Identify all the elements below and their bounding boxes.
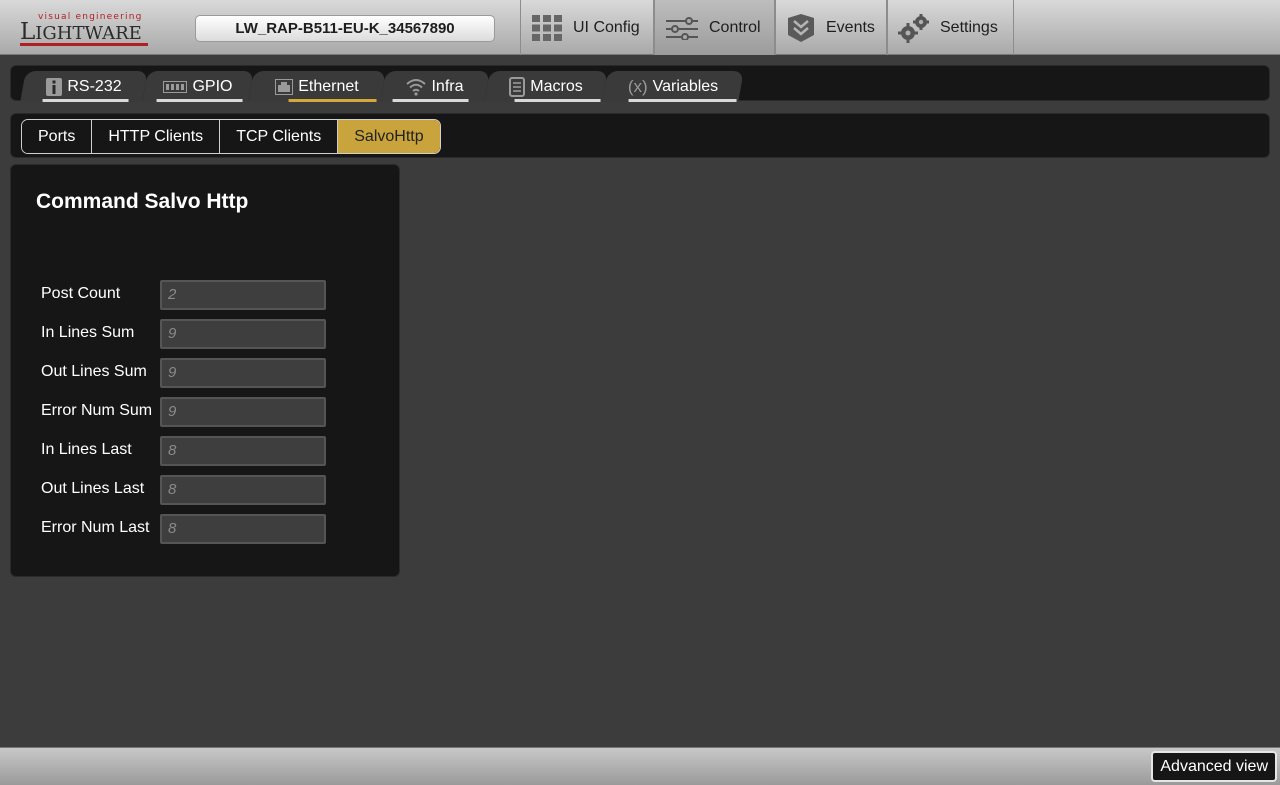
- field-error-num-sum: Error Num Sum 9: [41, 397, 331, 427]
- tab-label: Variables: [652, 77, 719, 95]
- subtab-tcp-clients[interactable]: TCP Clients: [220, 120, 339, 153]
- field-value: 8: [160, 514, 326, 544]
- tab-gpio[interactable]: GPIO: [142, 71, 254, 102]
- nav-label: Settings: [940, 18, 998, 36]
- variable-icon: (x): [627, 76, 648, 96]
- subtab-group: Ports HTTP Clients TCP Clients SalvoHttp: [21, 119, 441, 154]
- tab-infra[interactable]: Infra: [380, 71, 490, 102]
- field-value: 9: [160, 319, 326, 349]
- field-in-lines-last: In Lines Last 8: [41, 436, 331, 466]
- nav-label: Control: [709, 18, 761, 36]
- field-label: In Lines Sum: [41, 324, 135, 341]
- nav-events[interactable]: Events: [775, 0, 887, 55]
- macro-icon: [509, 76, 526, 97]
- field-label: Error Num Sum: [41, 402, 153, 419]
- field-value: 8: [160, 436, 326, 466]
- events-icon: [788, 13, 814, 42]
- field-label: In Lines Last: [41, 441, 132, 458]
- tab-label: RS-232: [67, 77, 122, 95]
- field-label: Out Lines Last: [41, 480, 145, 497]
- sliders-icon: [666, 16, 698, 40]
- footer-bar: Advanced view: [0, 747, 1280, 785]
- field-value: 9: [160, 397, 326, 427]
- grid-icon: [532, 14, 562, 41]
- nav-label: UI Config: [573, 18, 640, 36]
- lightware-logo: visual engineering LIGHTWARE: [18, 10, 150, 46]
- logo-underline: [20, 43, 148, 46]
- logo-wordmark: LIGHTWARE: [20, 19, 142, 45]
- tab-variables[interactable]: (x) Variables: [602, 71, 744, 102]
- field-label: Post Count: [41, 285, 121, 302]
- subtab-ports[interactable]: Ports: [22, 120, 93, 153]
- nav-ui-config[interactable]: UI Config: [520, 0, 654, 55]
- field-label: Out Lines Sum: [41, 363, 147, 380]
- tab-label: Macros: [530, 77, 583, 95]
- nav-label: Events: [826, 18, 875, 36]
- field-out-lines-sum: Out Lines Sum 9: [41, 358, 331, 388]
- tab-label: Infra: [431, 77, 464, 95]
- advanced-view-button[interactable]: Advanced view: [1151, 751, 1277, 782]
- device-name-field[interactable]: LW_RAP-B511-EU-K_34567890: [195, 15, 495, 42]
- command-salvo-panel: Command Salvo Http Post Count 2 In Lines…: [10, 164, 400, 577]
- tab-bar: RS-232 GPIO Ethernet Infra Macros (x) Va…: [10, 65, 1270, 102]
- tab-rs232[interactable]: RS-232: [20, 71, 148, 102]
- field-label: Error Num Last: [41, 519, 150, 536]
- gears-icon: [898, 13, 929, 43]
- panel-title: Command Salvo Http: [36, 190, 249, 213]
- subtab-http-clients[interactable]: HTTP Clients: [92, 120, 221, 153]
- tab-macros[interactable]: Macros: [484, 71, 608, 102]
- field-in-lines-sum: In Lines Sum 9: [41, 319, 331, 349]
- tab-label: Ethernet: [298, 77, 359, 95]
- tab-label: GPIO: [192, 77, 233, 95]
- nav-control[interactable]: Control: [654, 0, 775, 55]
- nav-settings[interactable]: Settings: [887, 0, 1014, 55]
- top-bar: visual engineering LIGHTWARE LW_RAP-B511…: [0, 0, 1280, 55]
- info-icon: [46, 77, 63, 96]
- field-error-num-last: Error Num Last 8: [41, 514, 331, 544]
- gpio-icon: [163, 80, 188, 93]
- wireless-icon: [406, 78, 427, 96]
- field-out-lines-last: Out Lines Last 8: [41, 475, 331, 505]
- field-post-count: Post Count 2: [41, 280, 331, 310]
- subtab-bar: Ports HTTP Clients TCP Clients SalvoHttp: [10, 113, 1270, 158]
- field-value: 2: [160, 280, 326, 310]
- field-value: 9: [160, 358, 326, 388]
- subtab-salvohttp[interactable]: SalvoHttp: [338, 120, 440, 153]
- tab-ethernet[interactable]: Ethernet: [248, 71, 386, 102]
- ethernet-icon: [275, 78, 294, 95]
- field-value: 8: [160, 475, 326, 505]
